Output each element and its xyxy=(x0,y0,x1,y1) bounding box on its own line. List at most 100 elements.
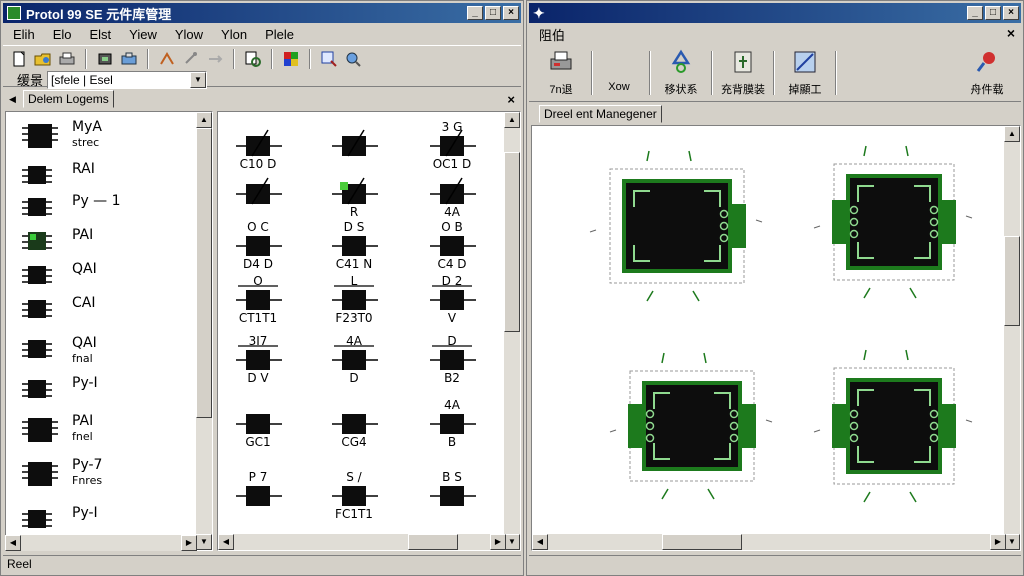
minimize-button[interactable]: _ xyxy=(467,6,483,20)
close-button[interactable]: × xyxy=(503,6,519,20)
library-item-symbol xyxy=(22,380,52,398)
library-vertical-scrollbar[interactable]: ▲ ▼ xyxy=(196,112,212,550)
zoom-icon[interactable] xyxy=(319,49,339,69)
toolbar-button-4[interactable]: 充背膜装 xyxy=(713,49,773,97)
scroll-down-icon[interactable]: ▼ xyxy=(504,534,520,550)
symbol-bottom-label: B2 xyxy=(444,371,460,385)
menu-item-edit2[interactable]: Elst xyxy=(89,27,111,42)
list-item[interactable]: Py — 1 xyxy=(72,194,121,209)
menu-item-view[interactable]: Yiew xyxy=(129,27,157,42)
scroll-left-icon[interactable]: ◀ xyxy=(532,534,548,550)
scroll-thumb[interactable] xyxy=(1004,236,1020,326)
chip-body xyxy=(28,462,52,486)
list-item[interactable]: CAI xyxy=(72,296,95,311)
symbol-body xyxy=(440,290,464,310)
pcb-preview-pane[interactable]: ▲ ▼ ◀ ▶ xyxy=(531,125,1021,551)
tab-footprint-manager[interactable]: Dreel ent Manegener xyxy=(539,105,662,123)
tab-library[interactable]: Delem Logems xyxy=(23,90,114,108)
symbol-bottom-label: R xyxy=(349,205,359,219)
pcb-vertical-scrollbar[interactable]: ▲ ▼ xyxy=(1004,126,1020,550)
symbol-body xyxy=(246,290,270,310)
list-item[interactable]: PAI fnel xyxy=(72,414,93,444)
chip-body xyxy=(28,380,46,398)
menu-item-edit[interactable]: Elo xyxy=(53,27,72,42)
scroll-up-icon[interactable]: ▲ xyxy=(1004,126,1020,142)
symbol-bottom-label: C41 N xyxy=(335,257,373,271)
maximize-button[interactable]: □ xyxy=(985,6,1001,20)
toolbar-button-label: 掉顯工 xyxy=(788,84,822,96)
menu-item-main[interactable]: 阻伯 xyxy=(539,25,565,44)
symbol-top-label: O B xyxy=(441,220,463,234)
toolbar-button-5[interactable]: 掉顯工 xyxy=(775,49,835,97)
library-item-label: CAI xyxy=(72,295,96,311)
scroll-thumb[interactable] xyxy=(504,152,520,332)
list-item[interactable]: QAI fnal xyxy=(72,336,97,366)
menu-item-file[interactable]: Elih xyxy=(13,27,35,42)
scroll-right-icon[interactable]: ▶ xyxy=(490,534,506,550)
symbols-pane[interactable]: C10 D 3 G OC1 D R 4A O C D4 D D S C41 N O B C4 D O C… xyxy=(217,111,521,551)
list-item[interactable]: MyA strec xyxy=(72,120,102,150)
scroll-down-icon[interactable]: ▼ xyxy=(196,534,212,550)
pcb-horizontal-scrollbar[interactable]: ◀ ▶ xyxy=(532,534,1006,550)
pin-tool-icon[interactable] xyxy=(181,49,201,69)
close-button[interactable]: × xyxy=(1003,6,1019,20)
wire-tool-icon[interactable] xyxy=(157,49,177,69)
status-text: Reel xyxy=(7,557,32,571)
symbols-horizontal-scrollbar[interactable]: ◀ ▶ xyxy=(218,534,506,550)
scroll-right-icon[interactable]: ▶ xyxy=(181,535,197,551)
symbols-vertical-scrollbar[interactable]: ▲ ▼ xyxy=(504,112,520,550)
schematic-symbol xyxy=(430,414,476,434)
maximize-button[interactable]: □ xyxy=(485,6,501,20)
right-title-bar[interactable]: ✦ _ □ × xyxy=(529,3,1021,23)
scroll-left-icon[interactable]: ◀ xyxy=(5,535,21,551)
scroll-right-icon[interactable]: ▶ xyxy=(990,534,1006,550)
toolbar-button-6[interactable]: 舟件载 xyxy=(957,49,1017,97)
list-item[interactable]: RAI xyxy=(72,162,95,177)
refresh-doc-icon[interactable] xyxy=(243,49,263,69)
list-item[interactable]: PAI xyxy=(72,228,93,243)
symbol-body xyxy=(440,350,464,370)
print-icon[interactable] xyxy=(57,49,77,69)
symbol-body xyxy=(342,486,366,506)
scroll-thumb[interactable] xyxy=(196,128,212,418)
list-item[interactable]: Py-I xyxy=(72,376,98,391)
panel-close-icon[interactable]: × xyxy=(507,92,515,107)
toolbar-button-label: 7n退 xyxy=(549,84,573,96)
scroll-up-icon[interactable]: ▲ xyxy=(504,112,520,128)
symbol-top-label: B S xyxy=(442,470,462,484)
left-title-bar[interactable]: Protol 99 SE 元件库管理 _ □ × xyxy=(3,3,521,23)
scroll-down-icon[interactable]: ▼ xyxy=(1004,534,1020,550)
chip-tool-icon[interactable] xyxy=(95,49,115,69)
menu-item-flow[interactable]: Ylow xyxy=(175,27,203,42)
symbol-bottom-label: C4 D xyxy=(437,257,467,271)
color-palette-icon[interactable] xyxy=(281,49,301,69)
scroll-up-icon[interactable]: ▲ xyxy=(196,112,212,128)
chevron-down-icon[interactable]: ▼ xyxy=(190,71,207,88)
list-item[interactable]: Py-I xyxy=(72,506,98,521)
open-folder-icon[interactable] xyxy=(33,49,53,69)
toolbar-button-3[interactable]: 移状系 xyxy=(651,49,711,97)
collapse-arrow-icon[interactable]: ◀ xyxy=(9,94,16,105)
list-item[interactable]: QAI xyxy=(72,262,97,277)
list-item[interactable]: Py-7 Fnres xyxy=(72,458,102,488)
symbol-top-label: L xyxy=(350,274,358,288)
symbol-body xyxy=(440,486,464,506)
component-tool-icon[interactable] xyxy=(119,49,139,69)
menu-item-window[interactable]: Ylon xyxy=(221,27,247,42)
library-select[interactable]: [sfele | Esel ▼ xyxy=(47,70,208,89)
chip-body xyxy=(28,510,46,528)
library-list-pane[interactable]: MyA strec RAI Py — 1 PAI QAI CAI QAI fnal Py-I PAI… xyxy=(5,111,213,551)
new-file-icon[interactable] xyxy=(9,49,29,69)
link-tool-icon[interactable] xyxy=(205,49,225,69)
scroll-left-icon[interactable]: ◀ xyxy=(218,534,234,550)
library-horizontal-scrollbar[interactable]: ◀ ▶ xyxy=(5,535,197,551)
symbol-body xyxy=(440,414,464,434)
menu-item-help[interactable]: Plele xyxy=(265,27,294,42)
mdi-close-icon[interactable]: × xyxy=(1007,25,1015,41)
search-globe-icon[interactable] xyxy=(343,49,363,69)
scroll-thumb[interactable] xyxy=(408,534,458,550)
minimize-button[interactable]: _ xyxy=(967,6,983,20)
toolbar-button-1[interactable]: 7n退 xyxy=(531,49,591,97)
toolbar-button-2[interactable]: Xow xyxy=(589,49,649,93)
scroll-thumb[interactable] xyxy=(662,534,742,550)
